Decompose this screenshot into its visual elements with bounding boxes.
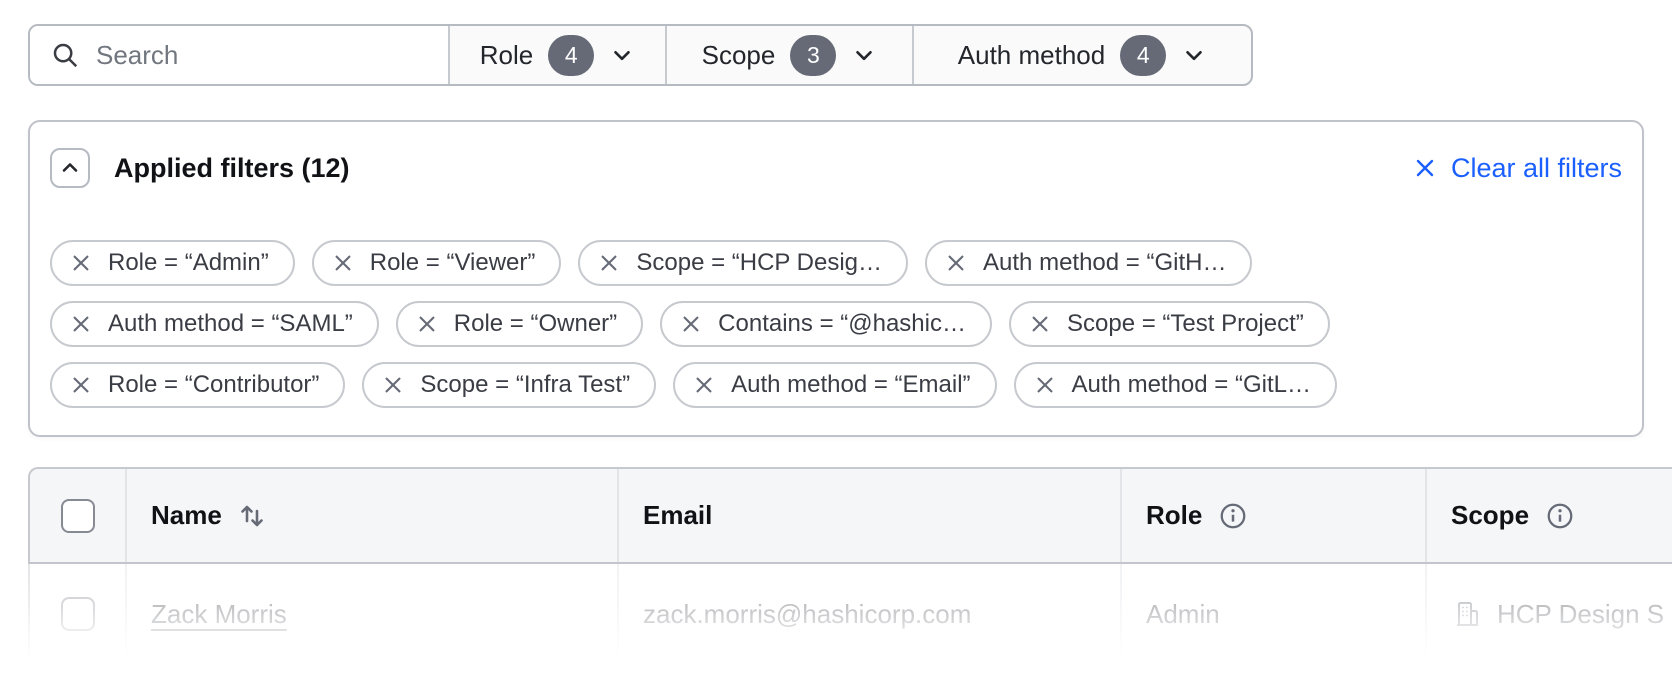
- filter-pill: Role = “Admin”: [50, 240, 295, 286]
- search-box: [30, 26, 450, 84]
- x-icon: [1413, 156, 1437, 180]
- filter-pill-row: Auth method = “SAML” Role = “Owner” Cont…: [50, 301, 1622, 347]
- clear-all-filters-link[interactable]: Clear all filters: [1413, 153, 1622, 184]
- filter-pill-label: Contains = “@hashic…: [718, 310, 966, 338]
- select-all-checkbox[interactable]: [61, 499, 95, 533]
- filter-pill-label: Role = “Owner”: [454, 310, 617, 338]
- table-header-row: Name Email Role Scope: [28, 467, 1672, 564]
- chevron-down-icon: [609, 42, 635, 68]
- info-icon[interactable]: [1545, 501, 1575, 531]
- chevron-up-icon: [58, 156, 82, 180]
- chevron-down-icon: [851, 42, 877, 68]
- filter-pill-label: Scope = “Infra Test”: [420, 371, 630, 399]
- filter-pill: Role = “Owner”: [396, 301, 643, 347]
- row-scope-cell: HCP Design S: [1425, 564, 1672, 664]
- dropdown-label: Auth method: [958, 40, 1105, 71]
- filter-pill: Role = “Contributor”: [50, 362, 345, 408]
- header-role: Role: [1120, 469, 1425, 562]
- filter-dropdown-role[interactable]: Role 4: [450, 26, 667, 84]
- row-checkbox-cell: [30, 564, 125, 664]
- count-badge: 4: [548, 35, 594, 76]
- filter-dropdown-scope[interactable]: Scope 3: [667, 26, 914, 84]
- filter-pill-label: Scope = “Test Project”: [1067, 310, 1304, 338]
- row-role-cell: Admin: [1120, 564, 1425, 664]
- remove-filter-button[interactable]: [332, 252, 354, 274]
- filter-pill: Scope = “HCP Desig…: [578, 240, 908, 286]
- filter-pill-label: Auth method = “GitL…: [1072, 371, 1311, 399]
- sort-icon: [236, 500, 268, 532]
- members-table: Name Email Role Scope Zack Morris: [28, 467, 1672, 664]
- row-name-cell: Zack Morris: [125, 564, 617, 664]
- filter-pill: Auth method = “SAML”: [50, 301, 379, 347]
- remove-filter-button[interactable]: [1029, 313, 1051, 335]
- applied-filters-header: Applied filters (12) Clear all filters: [50, 148, 1622, 188]
- filter-pill-label: Auth method = “GitH…: [983, 249, 1226, 277]
- remove-filter-button[interactable]: [70, 313, 92, 335]
- filter-pill-label: Auth method = “SAML”: [108, 310, 353, 338]
- column-label-email: Email: [643, 500, 712, 531]
- filter-pill-label: Role = “Viewer”: [370, 249, 536, 277]
- filter-pill: Auth method = “GitL…: [1014, 362, 1337, 408]
- row-checkbox[interactable]: [61, 597, 95, 631]
- dropdown-label: Role: [480, 40, 533, 71]
- remove-filter-button[interactable]: [416, 313, 438, 335]
- member-scope: HCP Design S: [1497, 599, 1664, 630]
- header-scope: Scope: [1425, 469, 1672, 562]
- filter-pill-label: Scope = “HCP Desig…: [636, 249, 882, 277]
- remove-filter-button[interactable]: [382, 374, 404, 396]
- filter-pill: Role = “Viewer”: [312, 240, 562, 286]
- table-row: Zack Morris zack.morris@hashicorp.com Ad…: [28, 564, 1672, 664]
- remove-filter-button[interactable]: [945, 252, 967, 274]
- member-role: Admin: [1146, 599, 1220, 630]
- column-label-role: Role: [1146, 500, 1202, 531]
- clear-all-filters-label: Clear all filters: [1451, 153, 1622, 184]
- collapse-filters-button[interactable]: [50, 148, 90, 188]
- count-badge: 4: [1120, 35, 1166, 76]
- dropdown-label: Scope: [702, 40, 776, 71]
- org-building-icon: [1451, 598, 1483, 630]
- remove-filter-button[interactable]: [693, 374, 715, 396]
- remove-filter-button[interactable]: [1034, 374, 1056, 396]
- search-icon: [50, 40, 80, 70]
- remove-filter-button[interactable]: [70, 252, 92, 274]
- filter-pill-row: Role = “Admin” Role = “Viewer” Scope = “…: [50, 240, 1622, 286]
- info-icon[interactable]: [1218, 501, 1248, 531]
- filter-dropdown-auth-method[interactable]: Auth method 4: [914, 26, 1251, 84]
- header-checkbox-cell: [30, 469, 125, 562]
- filter-pill: Auth method = “GitH…: [925, 240, 1252, 286]
- filter-pill: Contains = “@hashic…: [660, 301, 992, 347]
- row-email-cell: zack.morris@hashicorp.com: [617, 564, 1120, 664]
- filter-pill: Scope = “Test Project”: [1009, 301, 1330, 347]
- remove-filter-button[interactable]: [598, 252, 620, 274]
- filter-pill-label: Role = “Admin”: [108, 249, 269, 277]
- filter-bar: Role 4 Scope 3 Auth method 4: [28, 24, 1253, 86]
- header-name[interactable]: Name: [125, 469, 617, 562]
- column-label-name: Name: [151, 500, 222, 531]
- remove-filter-button[interactable]: [680, 313, 702, 335]
- header-email: Email: [617, 469, 1120, 562]
- filter-pill-row: Role = “Contributor” Scope = “Infra Test…: [50, 362, 1622, 408]
- filter-pill: Auth method = “Email”: [673, 362, 996, 408]
- search-input[interactable]: [96, 40, 432, 71]
- remove-filter-button[interactable]: [70, 374, 92, 396]
- applied-filters-panel: Applied filters (12) Clear all filters R…: [28, 120, 1644, 437]
- filter-pill-label: Role = “Contributor”: [108, 371, 319, 399]
- filter-pill-list: Role = “Admin” Role = “Viewer” Scope = “…: [50, 240, 1622, 408]
- filter-pill: Scope = “Infra Test”: [362, 362, 656, 408]
- count-badge: 3: [790, 35, 836, 76]
- applied-filters-title: Applied filters (12): [114, 153, 350, 184]
- filter-pill-label: Auth method = “Email”: [731, 371, 970, 399]
- member-email: zack.morris@hashicorp.com: [643, 599, 971, 630]
- column-label-scope: Scope: [1451, 500, 1529, 531]
- member-name-link[interactable]: Zack Morris: [151, 599, 287, 630]
- chevron-down-icon: [1181, 42, 1207, 68]
